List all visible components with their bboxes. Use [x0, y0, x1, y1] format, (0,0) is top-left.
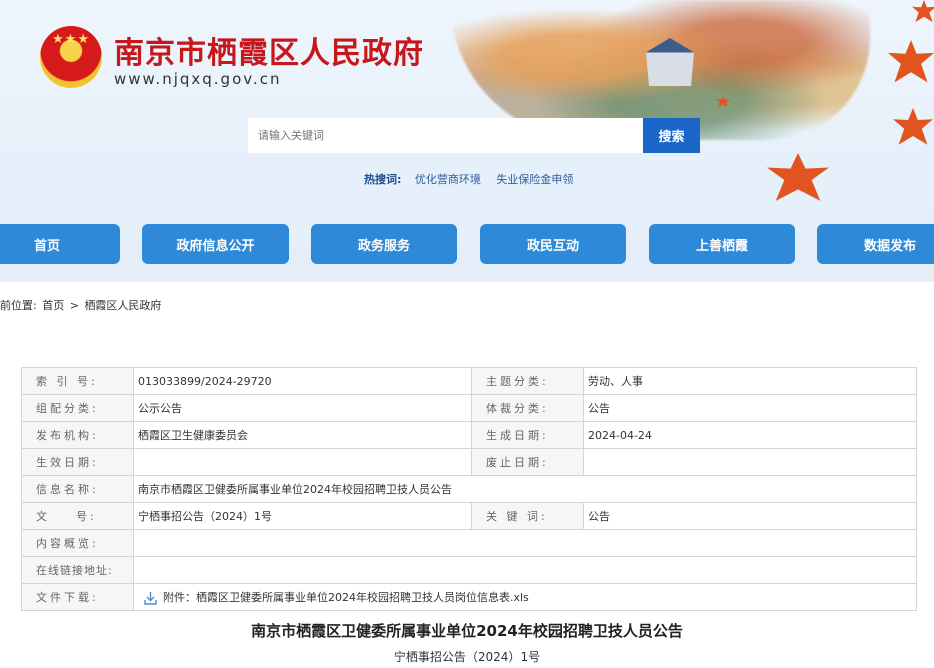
breadcrumb-prefix: 前位置:	[0, 299, 37, 312]
effective-label: 生效日期:	[21, 448, 134, 476]
group-value: 公示公告	[133, 394, 472, 422]
link-label: 在线链接地址:	[21, 556, 134, 584]
breadcrumb: 前位置: 首页 > 栖霞区人民政府	[0, 297, 163, 313]
hot-keyword-link[interactable]: 优化营商环境	[415, 173, 481, 186]
genre-value: 公告	[583, 394, 917, 422]
maple-leaf-icon	[912, 0, 934, 23]
nav-item-interaction[interactable]: 政民互动	[480, 224, 626, 264]
site-header: ★★★ 南京市栖霞区人民政府 www.njqxq.gov.cn 搜索 热搜词: …	[0, 0, 934, 282]
publisher-value: 栖霞区卫生健康委员会	[133, 421, 472, 449]
table-row: 在线链接地址:	[21, 556, 917, 584]
index-label: 索 引 号:	[21, 367, 134, 395]
main-nav: 首页 政府信息公开 政务服务 政民互动 上善栖霞 数据发布	[0, 224, 934, 264]
article-doc-number: 宁栖事招公告（2024）1号	[393, 650, 541, 664]
nav-item-data[interactable]: 数据发布	[817, 224, 934, 264]
effective-value	[133, 448, 472, 476]
keyword-label: 关 键 词:	[471, 502, 584, 530]
table-row: 组配分类: 公示公告 体裁分类: 公告	[21, 394, 917, 422]
docno-value: 宁栖事招公告（2024）1号	[133, 502, 472, 530]
breadcrumb-current-link[interactable]: 栖霞区人民政府	[84, 299, 161, 312]
topic-label: 主题分类:	[471, 367, 584, 395]
nav-item-qixia[interactable]: 上善栖霞	[649, 224, 795, 264]
docno-label: 文 号:	[21, 502, 134, 530]
nav-item-home[interactable]: 首页	[0, 224, 120, 264]
table-row: 文件下载: 附件：栖霞区卫健委所属事业单位2024年校园招聘卫技人员岗位信息表.…	[21, 583, 917, 611]
download-icon[interactable]	[144, 591, 157, 605]
site-url: www.njqxq.gov.cn	[114, 70, 282, 88]
document-info-table: 索 引 号: 013033899/2024-29720 主题分类: 劳动、人事 …	[21, 367, 917, 611]
summary-value	[133, 529, 917, 557]
breadcrumb-separator: >	[69, 299, 79, 312]
genre-label: 体裁分类:	[471, 394, 584, 422]
maple-leaf-icon	[767, 153, 829, 201]
attachment-link[interactable]: 附件：栖霞区卫健委所属事业单位2024年校园招聘卫技人员岗位信息表.xls	[163, 591, 529, 604]
maple-leaf-icon	[888, 40, 934, 83]
nav-item-gov-info[interactable]: 政府信息公开	[142, 224, 289, 264]
table-row: 信息名称: 南京市栖霞区卫健委所属事业单位2024年校园招聘卫技人员公告	[21, 475, 917, 503]
search-button[interactable]: 搜索	[643, 118, 700, 153]
table-row: 索 引 号: 013033899/2024-29720 主题分类: 劳动、人事	[21, 367, 917, 395]
hot-keywords: 热搜词: 优化营商环境 失业保险金申领	[364, 171, 585, 187]
hot-keyword-link[interactable]: 失业保险金申领	[496, 173, 573, 186]
name-value: 南京市栖霞区卫健委所属事业单位2024年校园招聘卫技人员公告	[133, 475, 917, 503]
national-emblem-icon: ★★★	[40, 26, 102, 88]
table-row: 发布机构: 栖霞区卫生健康委员会 生成日期: 2024-04-24	[21, 421, 917, 449]
publisher-label: 发布机构:	[21, 421, 134, 449]
table-row: 文 号: 宁栖事招公告（2024）1号 关 键 词: 公告	[21, 502, 917, 530]
hot-keywords-label: 热搜词:	[364, 173, 402, 186]
table-row: 内容概览:	[21, 529, 917, 557]
search-input[interactable]	[248, 118, 643, 153]
index-value: 013033899/2024-29720	[133, 367, 472, 395]
group-label: 组配分类:	[21, 394, 134, 422]
nav-item-services[interactable]: 政务服务	[311, 224, 457, 264]
name-label: 信息名称:	[21, 475, 134, 503]
breadcrumb-home-link[interactable]: 首页	[42, 299, 64, 312]
table-row: 生效日期: 废止日期:	[21, 448, 917, 476]
link-value[interactable]	[133, 556, 917, 584]
abolished-label: 废止日期:	[471, 448, 584, 476]
keyword-value: 公告	[583, 502, 917, 530]
created-value: 2024-04-24	[583, 421, 917, 449]
created-label: 生成日期:	[471, 421, 584, 449]
download-label: 文件下载:	[21, 583, 134, 611]
summary-label: 内容概览:	[21, 529, 134, 557]
topic-value: 劳动、人事	[583, 367, 917, 395]
article-title: 南京市栖霞区卫健委所属事业单位2024年校园招聘卫技人员公告	[251, 622, 683, 640]
download-cell: 附件：栖霞区卫健委所属事业单位2024年校园招聘卫技人员岗位信息表.xls	[133, 583, 917, 611]
search-bar: 搜索	[248, 118, 700, 153]
maple-leaf-icon	[893, 108, 933, 145]
site-name: 南京市栖霞区人民政府	[114, 36, 424, 71]
abolished-value	[583, 448, 917, 476]
